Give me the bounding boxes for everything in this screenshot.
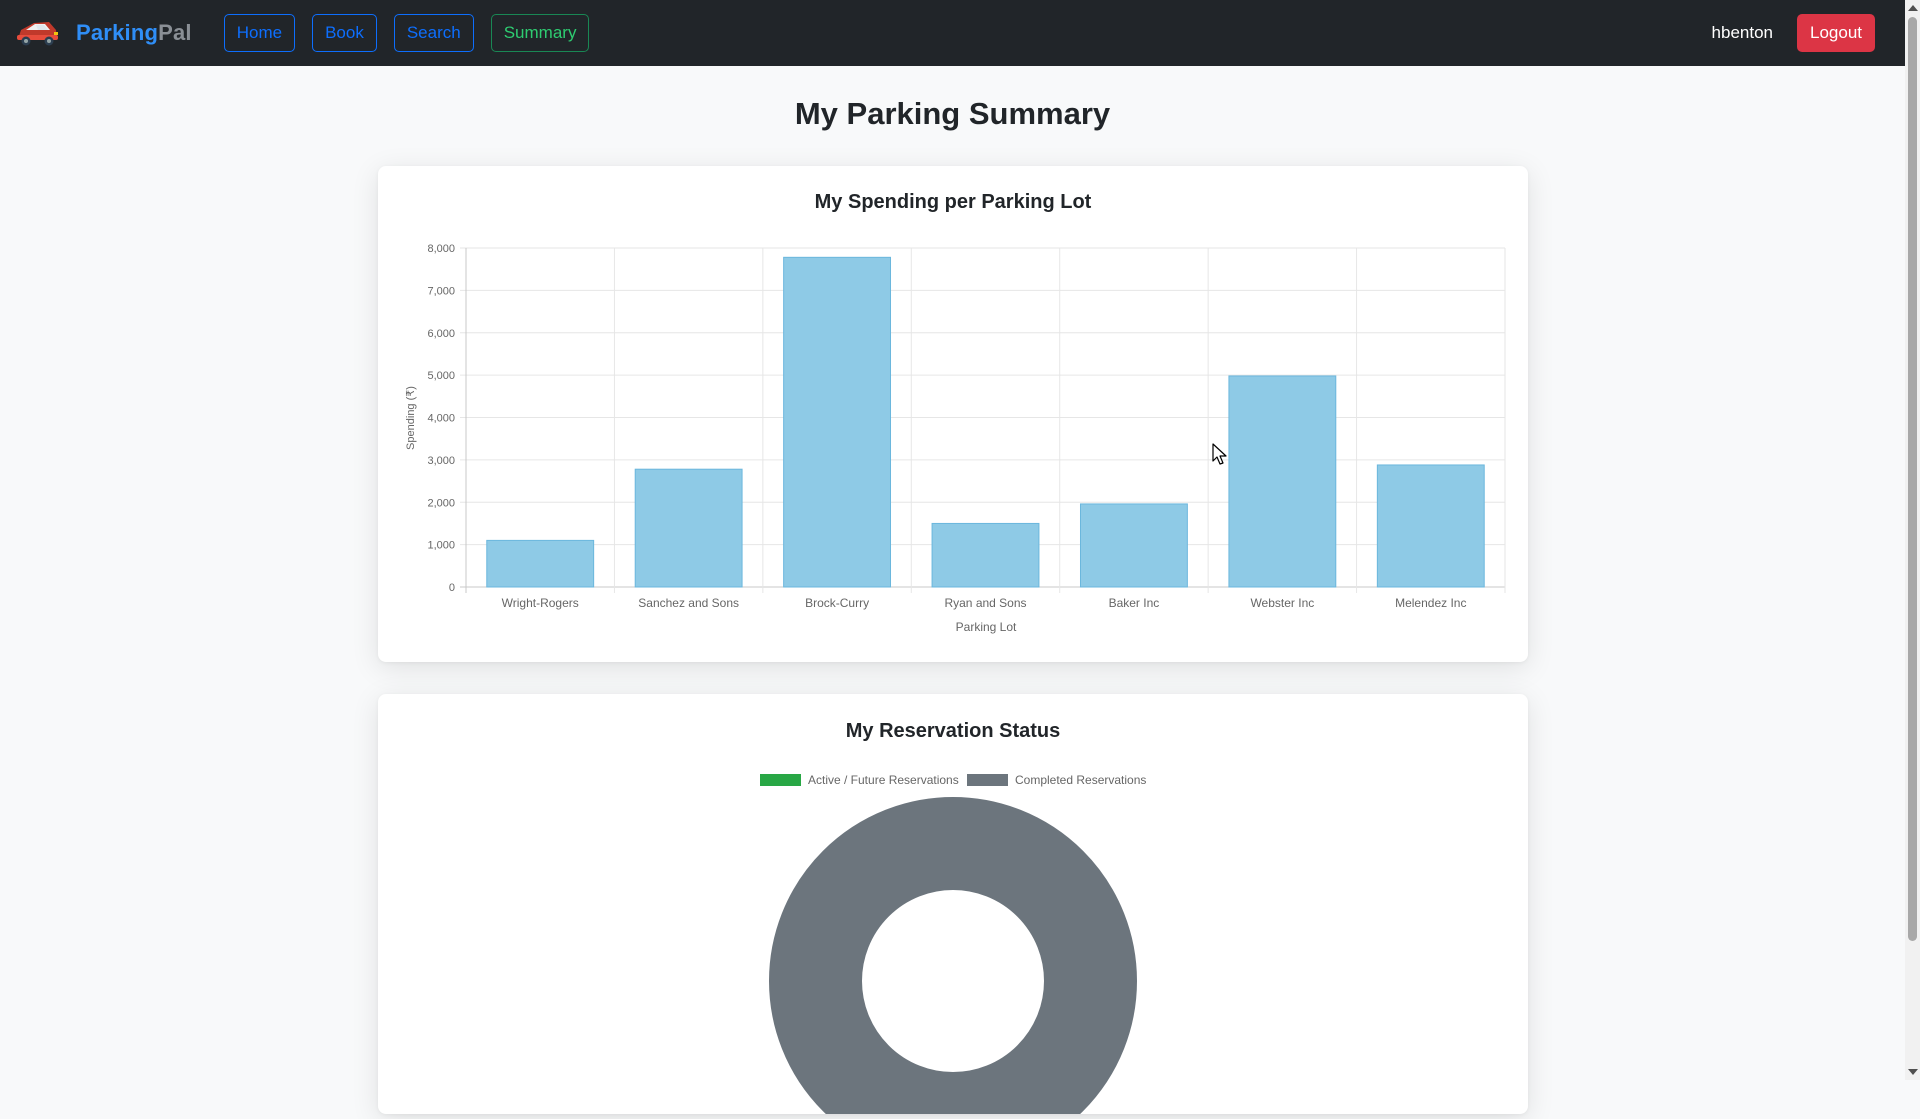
username-label: hbenton: [1711, 23, 1773, 42]
bar-melendez-inc[interactable]: [1376, 464, 1485, 588]
legend-swatch: [760, 774, 801, 786]
x-tick-label: Brock-Curry: [805, 596, 869, 610]
x-axis-label: Parking Lot: [956, 620, 1017, 634]
bar-baker-inc[interactable]: [1079, 503, 1188, 588]
legend-item[interactable]: Active / Future Reservations: [760, 773, 959, 787]
logout-button[interactable]: Logout: [1797, 14, 1875, 52]
donut-slice-completed-reservations[interactable]: [769, 797, 1137, 1119]
bar-webster-inc[interactable]: [1228, 375, 1337, 588]
x-tick-label: Melendez Inc: [1395, 596, 1466, 610]
spending-bar-chart: 0 1,000 2,000 3,000 4,000 5,000 6,000 7,000 8,00…: [405, 243, 1506, 634]
bar-chart-y-ticks: 0 1,000 2,000 3,000 4,000 5,000 6,000 7,000 8,00…: [427, 243, 455, 594]
nav-summary-button[interactable]: Summary: [490, 14, 590, 52]
y-axis-label: Spending (₹): [405, 386, 417, 450]
top-navbar: ParkingPal Home Book Search Summary hben…: [0, 0, 1905, 66]
y-tick-label: 0: [449, 582, 455, 594]
x-tick-label: Wright-Rogers: [502, 596, 579, 610]
nav-user-area: hbenton Logout: [1712, 14, 1875, 52]
spending-chart-title: My Spending per Parking Lot: [814, 191, 1092, 213]
brand-name-part1: Parking: [76, 20, 159, 45]
y-tick-label: 1,000: [427, 540, 455, 552]
scrollbar-thumb[interactable]: [1908, 17, 1917, 941]
legend-swatch: [967, 774, 1008, 786]
nav-book-button[interactable]: Book: [312, 14, 377, 52]
reservation-chart-title: My Reservation Status: [845, 720, 1061, 742]
y-tick-label: 3,000: [427, 455, 455, 467]
car-logo-icon: [17, 22, 58, 46]
donut-legend: Active / Future Reservations Completed Re…: [760, 773, 1146, 787]
brand-name: ParkingPal: [76, 20, 192, 46]
y-tick-label: 2,000: [427, 497, 455, 509]
vertical-scrollbar[interactable]: [1905, 0, 1920, 1080]
nav-home-button[interactable]: Home: [223, 14, 296, 52]
bar-chart-bars: [486, 256, 1485, 588]
y-tick-label: 5,000: [427, 370, 455, 382]
x-tick-label: Webster Inc: [1250, 596, 1314, 610]
scroll-up-arrow-icon[interactable]: [1908, 5, 1918, 11]
legend-item[interactable]: Completed Reservations: [967, 773, 1146, 787]
x-tick-label: Sanchez and Sons: [638, 596, 739, 610]
y-tick-label: 7,000: [427, 285, 455, 297]
mouse-pointer-icon: [1212, 443, 1227, 465]
donut-slices: [769, 797, 1137, 1119]
brand[interactable]: ParkingPal: [14, 0, 192, 66]
bar-chart-x-ticks: Wright-Rogers Sanchez and Sons Brock-Curry…: [502, 596, 1467, 610]
y-tick-label: 8,000: [427, 243, 455, 255]
legend-label: Active / Future Reservations: [808, 773, 959, 787]
scroll-down-arrow-icon[interactable]: [1908, 1069, 1918, 1075]
x-tick-label: Ryan and Sons: [944, 596, 1026, 610]
nav-search-button[interactable]: Search: [393, 14, 474, 52]
x-tick-label: Baker Inc: [1109, 596, 1160, 610]
bar-sanchez-and-sons[interactable]: [634, 468, 743, 588]
nav-links: Home Book Search Summary: [223, 14, 590, 52]
y-tick-label: 6,000: [427, 328, 455, 340]
legend-label: Completed Reservations: [1015, 773, 1146, 787]
spending-chart-card: My Spending per Parking Lot 0 1,000 2,000 3…: [378, 166, 1528, 662]
reservation-status-card: My Reservation Status Active / Future Re…: [378, 694, 1528, 1119]
brand-name-part2: Pal: [158, 20, 192, 45]
bar-wright-rogers[interactable]: [486, 539, 595, 588]
bar-brock-curry[interactable]: [783, 256, 892, 588]
y-tick-label: 4,000: [427, 413, 455, 425]
reservation-donut-chart: Active / Future Reservations Completed Re…: [760, 773, 1146, 1119]
page-title: My Parking Summary: [794, 96, 1111, 131]
bar-ryan-and-sons[interactable]: [931, 522, 1040, 588]
